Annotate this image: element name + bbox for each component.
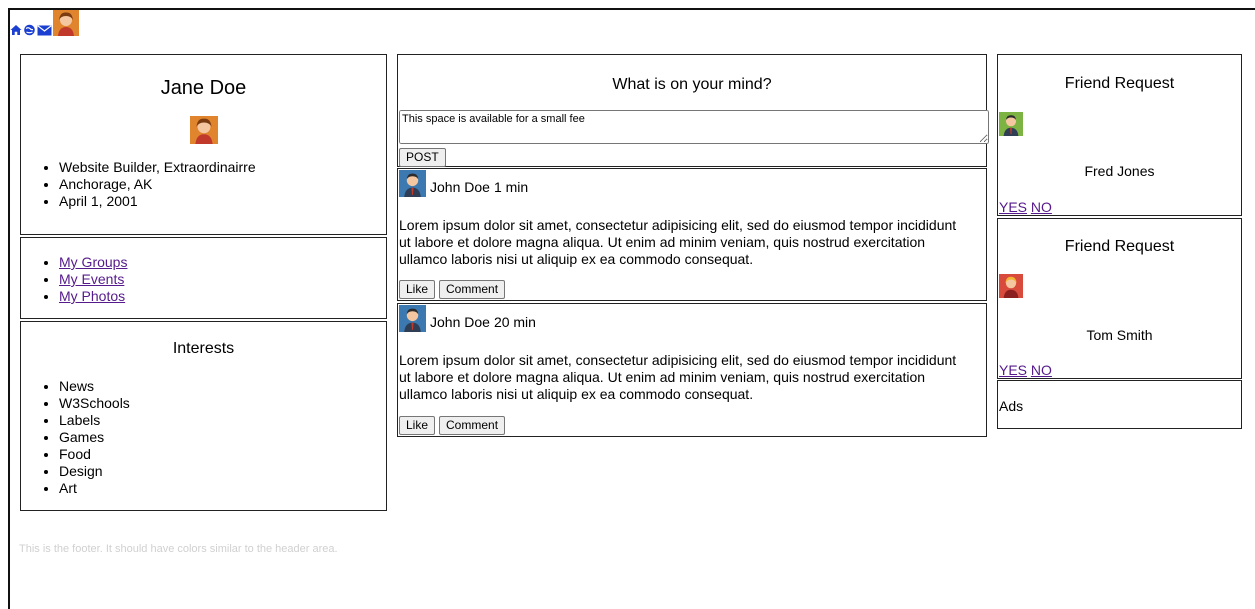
post-author: John Doe xyxy=(430,178,490,195)
post-body: Lorem ipsum dolor sit amet, consectetur … xyxy=(399,217,957,267)
interests-title: Interests xyxy=(172,340,235,357)
post-card: John Doe 20 min Lorem ipsum dolor sit am… xyxy=(397,303,987,437)
friend-name: Tom Smith xyxy=(1086,327,1153,343)
comment-button[interactable]: Comment xyxy=(439,416,506,435)
friend-request-title: Friend Request xyxy=(1064,238,1175,255)
globe-icon[interactable] xyxy=(23,24,36,36)
post-actions: Like Comment xyxy=(399,416,506,435)
interest-item: W3Schools xyxy=(59,395,386,412)
interest-item: Art xyxy=(59,480,386,497)
compose-title: What is on your mind? xyxy=(612,76,772,93)
profile-detail-occupation: Website Builder, Extraordinairre xyxy=(59,159,386,176)
post-body: Lorem ipsum dolor sit amet, consectetur … xyxy=(399,352,957,402)
footer: This is the footer. It should have color… xyxy=(19,543,338,555)
friend-request-card: Friend Request Fred Jones YES NO xyxy=(997,54,1242,216)
decline-friend-link[interactable]: NO xyxy=(1031,362,1052,378)
friend-request-actions: YES NO xyxy=(999,199,1052,215)
friend-request-card: Friend Request Tom Smith YES NO xyxy=(997,218,1242,379)
friend-request-actions: YES NO xyxy=(999,362,1052,378)
friend-request-title: Friend Request xyxy=(1064,75,1175,92)
interest-item: News xyxy=(59,378,386,395)
mail-icon[interactable] xyxy=(37,25,52,36)
ads-card: Ads xyxy=(997,380,1242,429)
links-card: My Groups My Events My Photos xyxy=(20,237,387,319)
profile-avatar xyxy=(189,116,218,147)
post-author: John Doe xyxy=(430,313,490,330)
post-actions: Like Comment xyxy=(399,280,506,299)
ads-label: Ads xyxy=(999,398,1024,414)
post-card: John Doe 1 min Lorem ipsum dolor sit ame… xyxy=(397,168,987,301)
interests-card: Interests News W3Schools Labels Games Fo… xyxy=(20,321,387,511)
post-time: 1 min xyxy=(493,178,529,195)
interests-list: News W3Schools Labels Games Food Design … xyxy=(21,378,386,497)
interest-item: Design xyxy=(59,463,386,480)
decline-friend-link[interactable]: NO xyxy=(1031,199,1052,215)
friend-avatar xyxy=(999,112,1023,139)
top-nav xyxy=(10,10,79,36)
accept-friend-link[interactable]: YES xyxy=(999,362,1027,378)
profile-detail-birthday: April 1, 2001 xyxy=(59,193,386,210)
home-icon[interactable] xyxy=(10,24,22,36)
post-author-avatar xyxy=(399,170,426,197)
avatar-icon[interactable] xyxy=(53,10,79,36)
interest-item: Labels xyxy=(59,412,386,429)
post-author-avatar xyxy=(399,305,426,332)
interest-item: Games xyxy=(59,429,386,446)
like-button[interactable]: Like xyxy=(399,416,436,435)
post-header: John Doe 20 min xyxy=(399,305,536,332)
friend-name: Fred Jones xyxy=(1084,163,1155,179)
profile-details: Website Builder, Extraordinairre Anchora… xyxy=(21,159,386,210)
profile-name: Jane Doe xyxy=(160,77,247,99)
profile-detail-location: Anchorage, AK xyxy=(59,176,386,193)
accept-friend-link[interactable]: YES xyxy=(999,199,1027,215)
post-button[interactable]: POST xyxy=(399,148,446,167)
post-time: 20 min xyxy=(493,313,536,330)
profile-card: Jane Doe Website Builder, Extraordinairr… xyxy=(20,54,387,235)
link-my-groups[interactable]: My Groups xyxy=(59,254,127,270)
link-my-events[interactable]: My Events xyxy=(59,271,124,287)
comment-button[interactable]: Comment xyxy=(439,280,506,299)
friend-avatar xyxy=(999,274,1023,301)
post-header: John Doe 1 min xyxy=(399,170,528,197)
link-my-photos[interactable]: My Photos xyxy=(59,288,125,304)
interest-item: Food xyxy=(59,446,386,463)
compose-textarea[interactable]: This space is available for a small fee xyxy=(399,110,989,144)
compose-card: What is on your mind? This space is avai… xyxy=(397,54,989,167)
like-button[interactable]: Like xyxy=(399,280,436,299)
